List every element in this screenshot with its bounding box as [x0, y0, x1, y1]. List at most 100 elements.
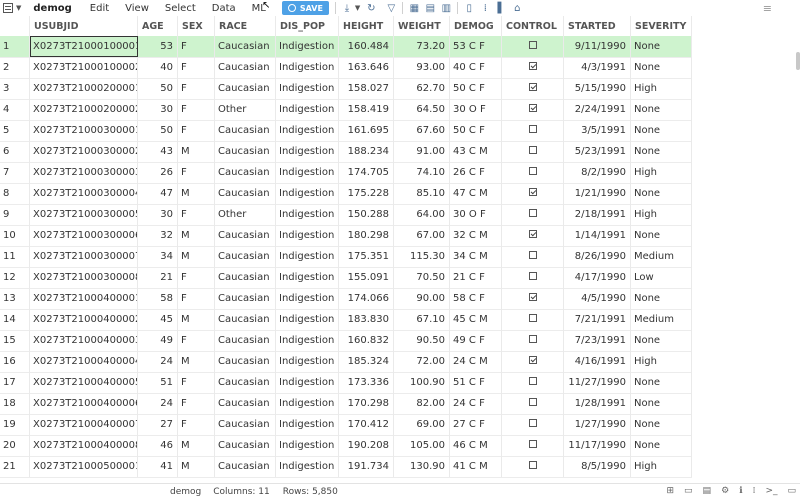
cell-weight[interactable]: 73.20 — [394, 36, 450, 57]
cell-height[interactable]: 175.351 — [339, 246, 394, 267]
cell-age[interactable]: 30 — [138, 204, 178, 225]
row-index[interactable]: 6 — [0, 141, 30, 162]
table-row[interactable]: 12 X0273T21000300008 21 F Caucasian Indigesti… — [0, 267, 692, 289]
control-checkbox[interactable] — [528, 440, 537, 448]
cell-sex[interactable]: M — [178, 435, 215, 456]
cell-demog[interactable]: 26 C F — [450, 162, 502, 183]
cell-usubjid[interactable]: X0273T21000400001 — [30, 288, 138, 309]
table-row[interactable]: 8 X0273T21000300004 47 M Caucasian Indigestio… — [0, 183, 692, 205]
table-row[interactable]: 21 X0273T21000500001 41 M Caucasian Indigesti… — [0, 456, 692, 478]
cell-dis-pop[interactable]: Indigestion — [276, 309, 339, 330]
cell-weight[interactable]: 67.60 — [394, 120, 450, 141]
cell-weight[interactable]: 62.70 — [394, 78, 450, 99]
control-checkbox[interactable] — [528, 146, 537, 154]
console-icon[interactable]: >_ — [765, 486, 777, 496]
cell-height[interactable]: 158.419 — [339, 99, 394, 120]
row-index[interactable]: 11 — [0, 246, 30, 267]
table-row[interactable]: 6 X0273T21000300002 43 M Caucasian Indigestio… — [0, 141, 692, 163]
cell-height[interactable]: 188.234 — [339, 141, 394, 162]
cell-dis-pop[interactable]: Indigestion — [276, 351, 339, 372]
cell-weight[interactable]: 69.00 — [394, 414, 450, 435]
bot-icon[interactable]: ⌂ — [512, 3, 522, 14]
cell-demog[interactable]: 50 C F — [450, 78, 502, 99]
cell-age[interactable]: 43 — [138, 141, 178, 162]
row-index[interactable]: 15 — [0, 330, 30, 351]
cell-demog[interactable]: 21 C F — [450, 267, 502, 288]
download-icon[interactable]: ⤓ — [342, 3, 352, 14]
control-checkbox[interactable] — [528, 398, 537, 406]
cell-control[interactable] — [502, 183, 564, 204]
cell-control[interactable] — [502, 393, 564, 414]
cell-started[interactable]: 8/2/1990 — [564, 162, 631, 183]
control-checkbox[interactable] — [528, 188, 537, 196]
table-row[interactable]: 13 X0273T21000400001 58 F Caucasian Indigesti… — [0, 288, 692, 310]
cell-weight[interactable]: 64.50 — [394, 99, 450, 120]
collapse-icon[interactable]: ▭ — [787, 486, 796, 496]
cell-usubjid[interactable]: X0273T21000300008 — [30, 267, 138, 288]
table-row[interactable]: 18 X0273T21000400006 24 F Caucasian Indigesti… — [0, 393, 692, 415]
cell-sex[interactable]: M — [178, 246, 215, 267]
cell-height[interactable]: 185.324 — [339, 351, 394, 372]
header-usubjid[interactable]: USUBJID — [30, 16, 138, 37]
control-checkbox[interactable] — [528, 209, 537, 217]
cell-sex[interactable]: M — [178, 456, 215, 477]
cell-sex[interactable]: M — [178, 309, 215, 330]
header-sex[interactable]: SEX — [178, 16, 215, 37]
grid-view-icon[interactable]: ▦ — [409, 3, 419, 14]
cell-control[interactable] — [502, 435, 564, 456]
control-checkbox[interactable] — [528, 83, 537, 91]
settings-icon[interactable]: ⚙ — [721, 486, 729, 496]
cell-started[interactable]: 1/14/1991 — [564, 225, 631, 246]
cell-sex[interactable]: M — [178, 351, 215, 372]
cell-control[interactable] — [502, 162, 564, 183]
control-checkbox[interactable] — [528, 62, 537, 70]
cell-dis-pop[interactable]: Indigestion — [276, 99, 339, 120]
row-index[interactable]: 13 — [0, 288, 30, 309]
cell-started[interactable]: 2/18/1991 — [564, 204, 631, 225]
cell-usubjid[interactable]: X0273T21000300007 — [30, 246, 138, 267]
cell-race[interactable]: Caucasian — [215, 183, 276, 204]
cell-height[interactable]: 190.208 — [339, 435, 394, 456]
cell-race[interactable]: Caucasian — [215, 435, 276, 456]
cell-height[interactable]: 163.646 — [339, 57, 394, 78]
cell-started[interactable]: 8/5/1990 — [564, 456, 631, 477]
row-index[interactable]: 2 — [0, 57, 30, 78]
cell-age[interactable]: 45 — [138, 309, 178, 330]
control-checkbox[interactable] — [528, 230, 537, 238]
cell-height[interactable]: 191.734 — [339, 456, 394, 477]
cell-control[interactable] — [502, 414, 564, 435]
cell-control[interactable] — [502, 456, 564, 477]
properties-icon[interactable]: ▤ — [703, 486, 712, 496]
cell-race[interactable]: Caucasian — [215, 267, 276, 288]
table-row[interactable]: 2 X0273T21000100002 40 F Caucasian Indigestio… — [0, 57, 692, 79]
menu-lines-icon[interactable]: ≡ — [763, 2, 772, 15]
cell-race[interactable]: Caucasian — [215, 225, 276, 246]
cell-race[interactable]: Caucasian — [215, 57, 276, 78]
cell-started[interactable]: 11/17/1990 — [564, 435, 631, 456]
cell-weight[interactable]: 91.00 — [394, 141, 450, 162]
cell-sex[interactable]: F — [178, 99, 215, 120]
add-column-icon[interactable]: ▯ — [464, 3, 474, 14]
control-checkbox[interactable] — [528, 251, 537, 259]
cell-severity[interactable]: None — [631, 330, 692, 351]
cell-control[interactable] — [502, 288, 564, 309]
cell-control[interactable] — [502, 351, 564, 372]
info-icon[interactable]: ℹ — [739, 486, 742, 496]
cell-demog[interactable]: 27 C F — [450, 414, 502, 435]
cell-dis-pop[interactable]: Indigestion — [276, 435, 339, 456]
cell-severity[interactable]: High — [631, 204, 692, 225]
cell-dis-pop[interactable]: Indigestion — [276, 57, 339, 78]
cell-weight[interactable]: 85.10 — [394, 183, 450, 204]
cell-demog[interactable]: 46 C M — [450, 435, 502, 456]
cell-sex[interactable]: F — [178, 57, 215, 78]
cell-control[interactable] — [502, 309, 564, 330]
cell-demog[interactable]: 49 C F — [450, 330, 502, 351]
cell-severity[interactable]: None — [631, 120, 692, 141]
cell-age[interactable]: 30 — [138, 99, 178, 120]
cell-age[interactable]: 46 — [138, 435, 178, 456]
cell-severity[interactable]: None — [631, 435, 692, 456]
control-checkbox[interactable] — [528, 335, 537, 343]
cell-weight[interactable]: 67.10 — [394, 309, 450, 330]
cell-age[interactable]: 40 — [138, 57, 178, 78]
cell-control[interactable] — [502, 99, 564, 120]
